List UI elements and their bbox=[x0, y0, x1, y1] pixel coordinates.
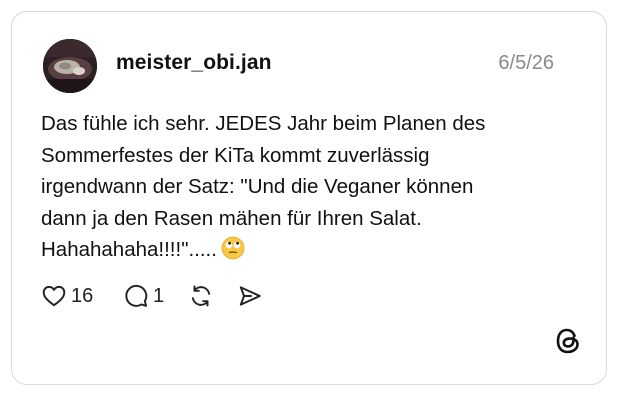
heart-icon bbox=[41, 283, 67, 309]
post-text-line: Das fühle ich sehr. JEDES Jahr beim Plan… bbox=[41, 112, 486, 135]
send-icon bbox=[237, 283, 263, 309]
rolling-eyes-emoji-icon bbox=[221, 236, 245, 270]
username[interactable]: meister_obi.jan bbox=[116, 51, 272, 75]
post-card: meister_obi.jan 6/5/26 Das fühle ich seh… bbox=[11, 11, 607, 385]
post-date: 6/5/26 bbox=[498, 52, 554, 74]
reply-button[interactable]: 1 bbox=[123, 283, 164, 309]
reply-count: 1 bbox=[153, 284, 165, 307]
repost-icon bbox=[188, 283, 214, 309]
post-text-line: Hahahahaha!!!!"..... bbox=[41, 238, 217, 262]
post-text-line-last: Hahahahaha!!!!"..... bbox=[41, 234, 561, 270]
post-text-line: dann ja den Rasen mähen für Ihren Salat. bbox=[41, 206, 422, 230]
share-button[interactable] bbox=[237, 283, 263, 309]
like-count: 16 bbox=[71, 284, 94, 307]
post-text-line: Sommerfestes der KiTa kommt zuverlässig bbox=[41, 143, 430, 167]
post-text-line: irgendwann der Satz: "Und die Veganer kö… bbox=[41, 175, 474, 199]
avatar[interactable] bbox=[43, 39, 97, 93]
like-button[interactable]: 16 bbox=[41, 283, 93, 309]
post-text: Das fühle ich sehr. JEDES Jahr beim Plan… bbox=[41, 108, 561, 270]
threads-logo-icon[interactable] bbox=[555, 327, 581, 360]
speech-bubble-icon bbox=[123, 283, 149, 309]
repost-button[interactable] bbox=[188, 283, 214, 309]
